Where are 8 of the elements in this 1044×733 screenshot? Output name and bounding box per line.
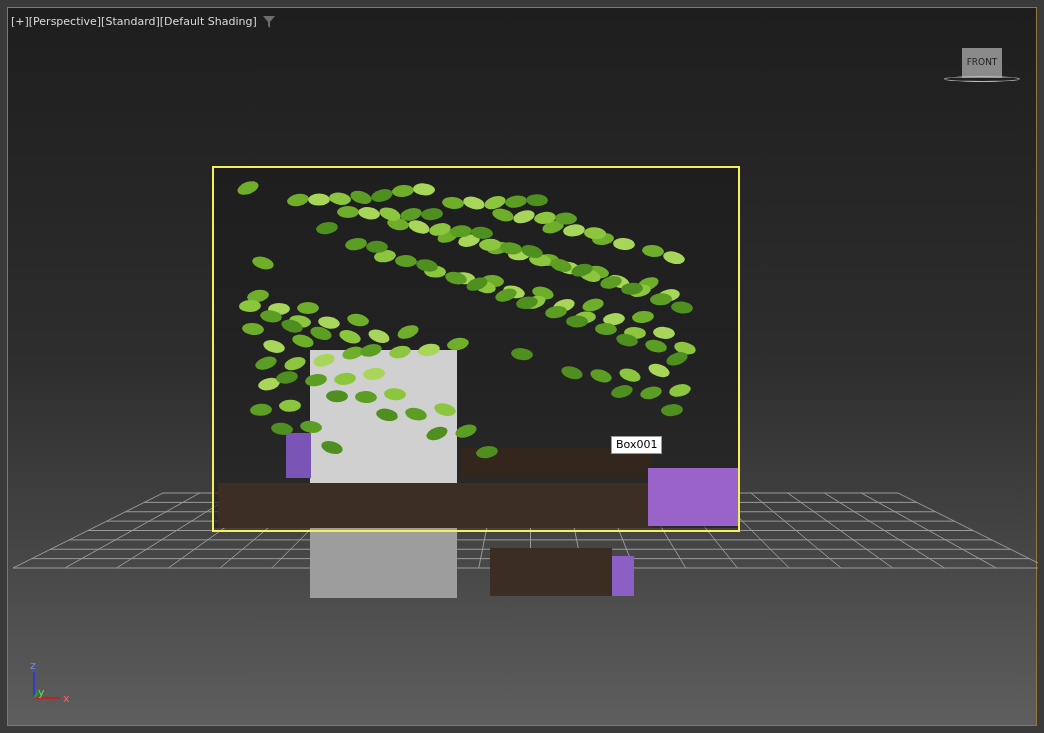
object-tooltip: Box001 — [611, 436, 663, 454]
viewport-label-menu[interactable]: [Standard] — [101, 14, 160, 31]
viewcube[interactable]: FRONT — [962, 48, 1002, 78]
viewport-label-menu[interactable]: [+] — [11, 14, 29, 31]
viewport[interactable]: [+][Perspective][Standard][Default Shading] FRONT Box001 z y x — [7, 7, 1037, 726]
filter-icon[interactable] — [262, 16, 275, 29]
viewport-label-menu[interactable]: [Perspective] — [28, 14, 102, 31]
viewport-label-menu[interactable]: [Default Shading] — [159, 14, 257, 31]
